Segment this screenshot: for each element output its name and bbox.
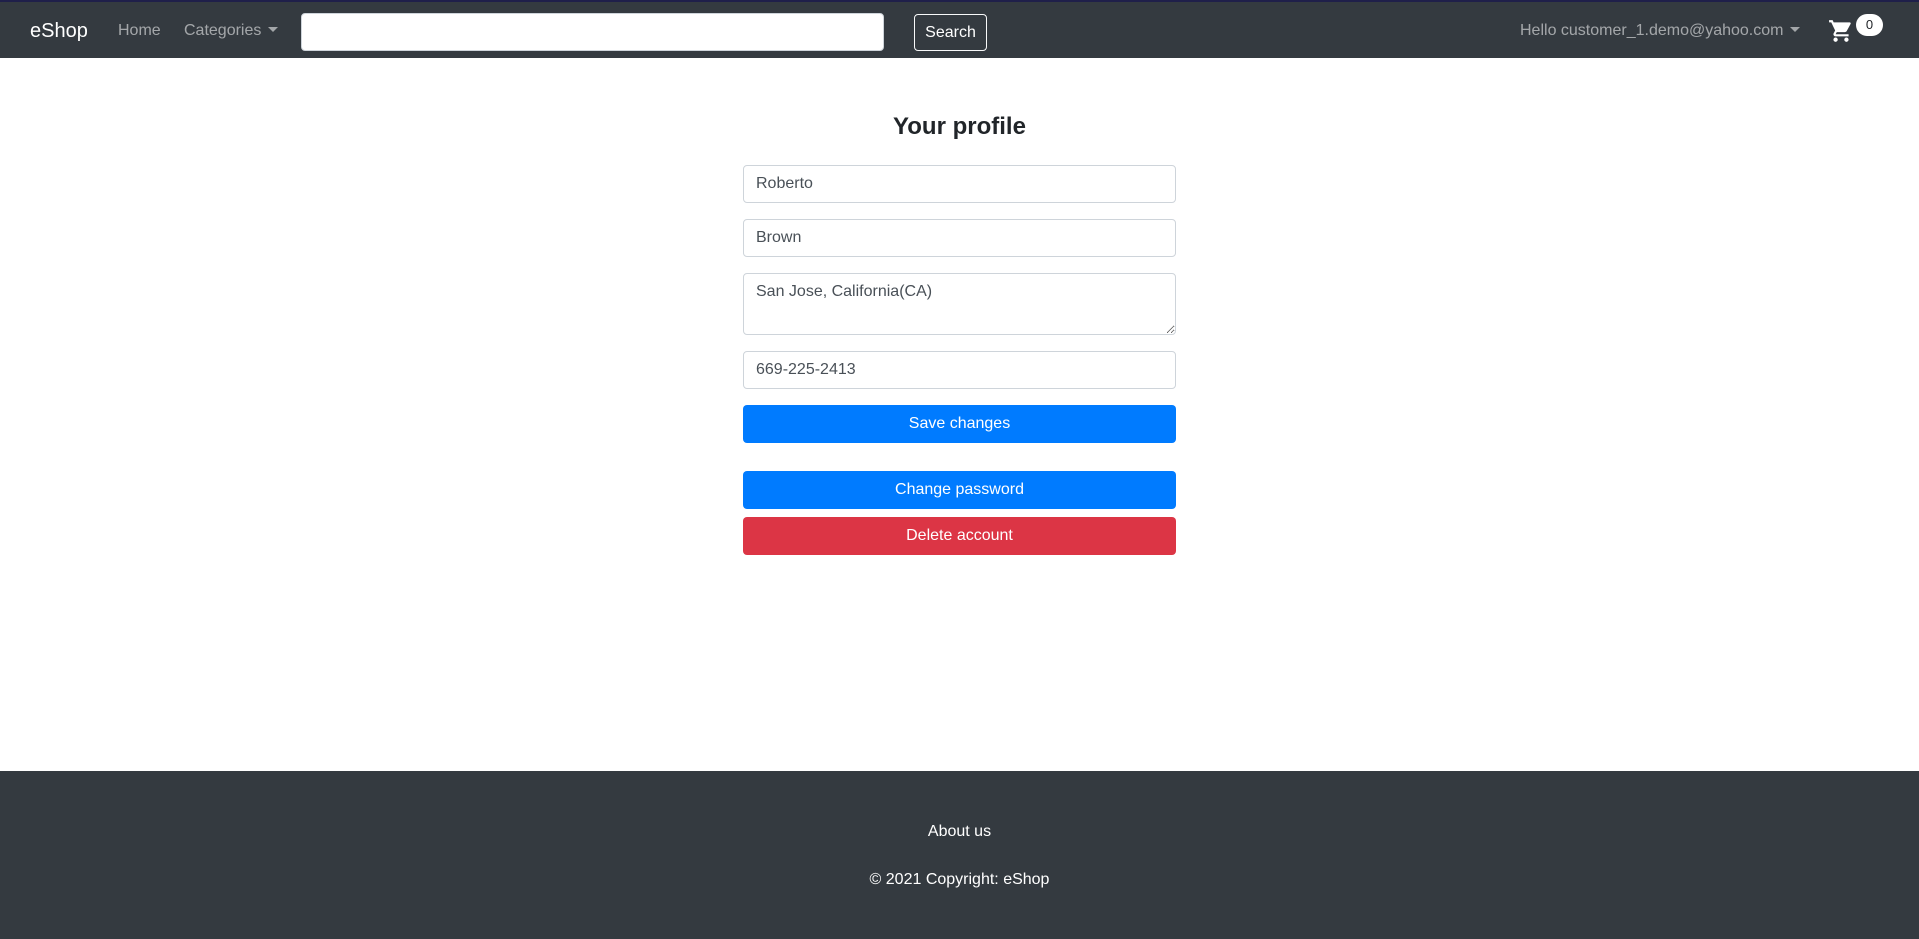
copyright-text: © 2021 Copyright: eShop (869, 871, 1050, 888)
categories-label: Categories (184, 22, 262, 39)
about-us-link[interactable]: About us (0, 822, 1919, 842)
shopping-cart-icon[interactable] (1828, 18, 1854, 44)
change-password-button[interactable]: Change password (743, 471, 1176, 509)
nav-categories-dropdown[interactable]: Categories (184, 21, 279, 41)
address-field[interactable]: San Jose, California(CA) (743, 273, 1176, 335)
delete-account-button[interactable]: Delete account (743, 517, 1176, 555)
user-menu-dropdown[interactable]: Hello customer_1.demo@yahoo.com (1520, 21, 1801, 41)
caret-down-icon (1790, 27, 1801, 32)
footer: About us © 2021 Copyright: eShop (0, 771, 1919, 939)
phone-field[interactable] (743, 351, 1176, 389)
search-input[interactable] (301, 13, 884, 51)
last-name-field[interactable] (743, 219, 1176, 257)
page-title: Your profile (893, 113, 1026, 140)
user-greeting: Hello customer_1.demo@yahoo.com (1520, 22, 1784, 39)
nav-home-link[interactable]: Home (118, 21, 161, 41)
cart-count-badge: 0 (1856, 14, 1883, 36)
save-changes-button[interactable]: Save changes (743, 405, 1176, 443)
brand-logo[interactable]: eShop (30, 19, 88, 43)
first-name-field[interactable] (743, 165, 1176, 203)
top-navbar: eShop Home Categories Search Hello custo… (0, 0, 1919, 58)
search-button[interactable]: Search (914, 14, 987, 51)
caret-down-icon (268, 27, 279, 32)
